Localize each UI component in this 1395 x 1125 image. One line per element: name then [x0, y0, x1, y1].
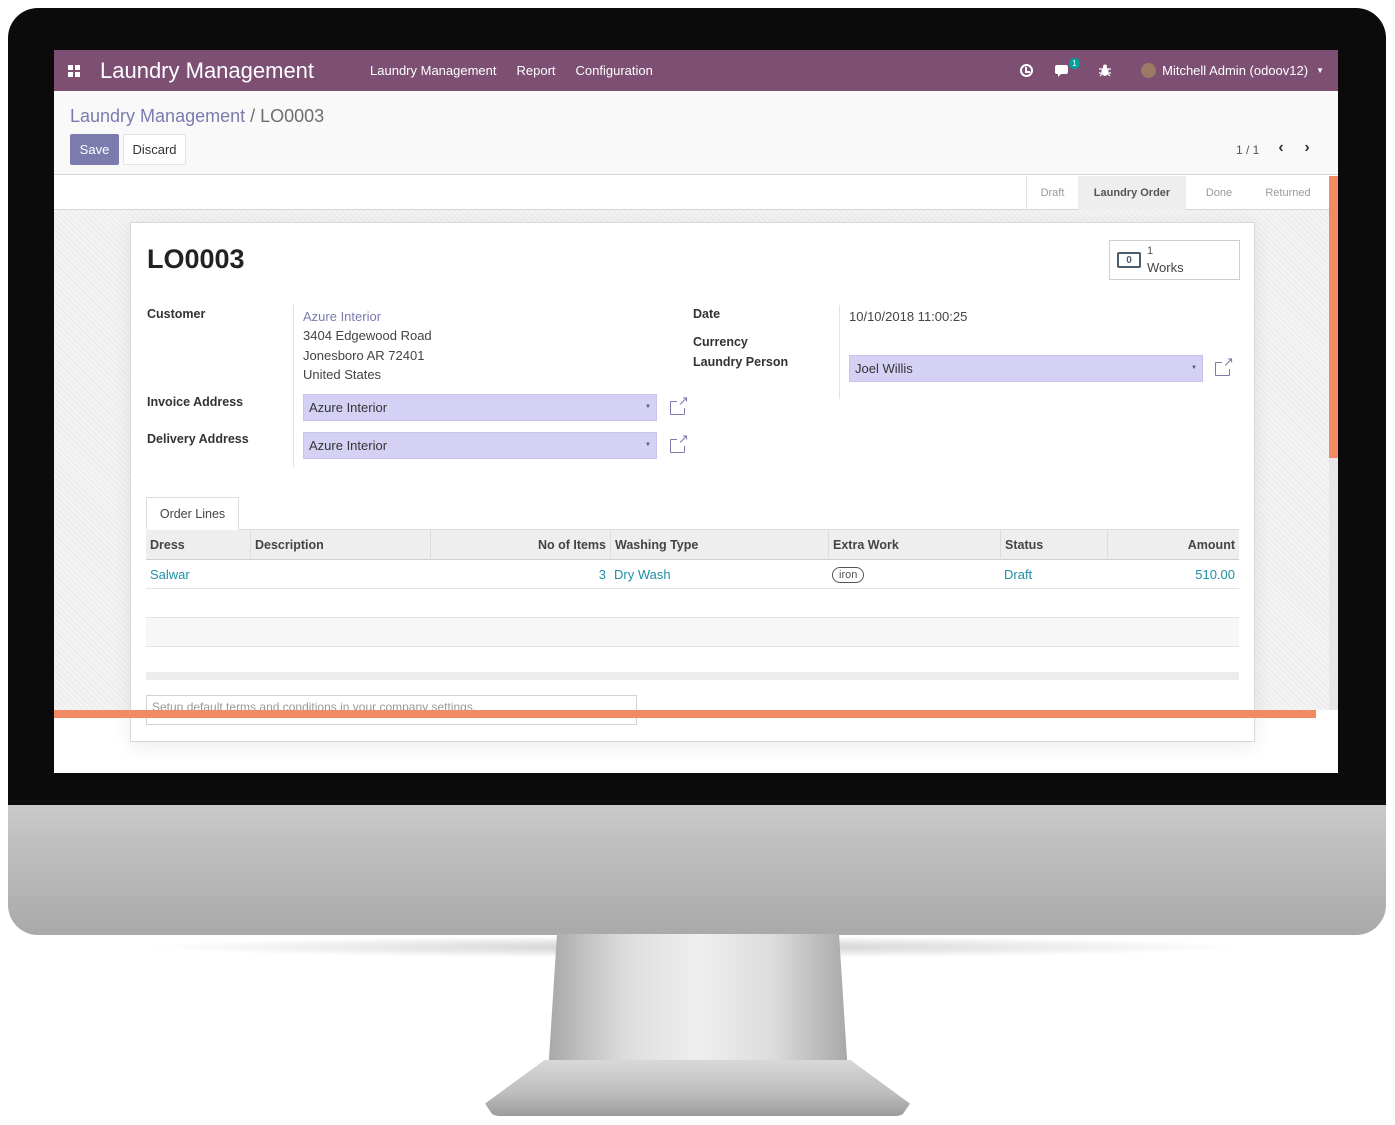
- date-label: Date: [693, 307, 721, 321]
- table-row[interactable]: Salwar 3 Dry Wash iron Draft 510.00: [146, 560, 1239, 589]
- table-row-empty: [146, 618, 1239, 647]
- breadcrumb-parent[interactable]: Laundry Management: [70, 106, 245, 126]
- customer-address-line: United States: [303, 367, 382, 382]
- menu-laundry-management[interactable]: Laundry Management: [370, 63, 496, 78]
- table-footer: [146, 672, 1239, 680]
- discard-button[interactable]: Discard: [123, 134, 186, 165]
- cell-no-of-items[interactable]: 3: [430, 560, 610, 589]
- column-header-status[interactable]: Status: [1000, 530, 1107, 560]
- bug-icon[interactable]: [1099, 64, 1112, 77]
- stage-laundry-order[interactable]: Laundry Order: [1078, 176, 1186, 210]
- laundry-person-value: Joel Willis: [855, 361, 913, 376]
- delivery-address-select[interactable]: Azure Interior ▼: [303, 432, 657, 459]
- column-header-description[interactable]: Description: [250, 530, 430, 560]
- table-row-empty: [146, 589, 1239, 618]
- customer-address-line: 3404 Edgewood Road: [303, 328, 432, 343]
- currency-label: Currency: [693, 335, 748, 349]
- dropdown-arrow-icon: ▼: [645, 404, 651, 410]
- stage-draft[interactable]: Draft: [1026, 176, 1078, 210]
- customer-address-line: Jonesboro AR 72401: [303, 348, 425, 363]
- record-name: LO0003: [147, 244, 245, 274]
- cell-status[interactable]: Draft: [1000, 560, 1107, 589]
- cell-extra-work[interactable]: iron: [828, 560, 1000, 589]
- laundry-person-label: Laundry Person: [693, 355, 789, 369]
- chat-badge: 1: [1069, 57, 1080, 69]
- cell-dress[interactable]: Salwar: [146, 560, 250, 589]
- monitor-stand-base: [485, 1060, 910, 1116]
- tab-order-lines[interactable]: Order Lines: [146, 497, 239, 530]
- customer-label: Customer: [147, 307, 206, 321]
- table-header: Dress Description No of Items Washing Ty…: [146, 530, 1239, 560]
- date-value[interactable]: 10/10/2018 11:00:25: [849, 309, 967, 324]
- top-navbar: Laundry Management Laundry Management Re…: [54, 50, 1338, 91]
- cell-amount[interactable]: 510.00: [1107, 560, 1239, 589]
- stage-returned[interactable]: Returned: [1252, 176, 1324, 210]
- scrollbar[interactable]: [1329, 176, 1338, 710]
- invoice-address-select[interactable]: Azure Interior ▼: [303, 394, 657, 421]
- column-header-washing-type[interactable]: Washing Type: [610, 530, 828, 560]
- invoice-address-label: Invoice Address: [147, 395, 244, 409]
- monitor-chin: [8, 805, 1386, 935]
- form-sheet: LO0003 0 1 Works Customer Azure Interior…: [130, 222, 1255, 742]
- cell-description[interactable]: [250, 560, 430, 589]
- breadcrumb-separator: /: [245, 106, 261, 126]
- pager-next-button[interactable]: ›: [1295, 134, 1319, 162]
- external-link-icon[interactable]: [670, 431, 690, 453]
- activity-clock-icon[interactable]: [1020, 64, 1034, 77]
- column-header-no-of-items[interactable]: No of Items: [430, 530, 610, 560]
- works-label: Works: [1147, 260, 1184, 275]
- breadcrumb-current: LO0003: [260, 106, 325, 126]
- dropdown-arrow-icon: ▼: [1191, 365, 1197, 371]
- dropdown-arrow-icon: ▼: [645, 442, 651, 448]
- column-header-extra-work[interactable]: Extra Work: [828, 530, 1000, 560]
- cell-washing-type[interactable]: Dry Wash: [610, 560, 828, 589]
- control-panel: Laundry Management / LO0003 Save Discard…: [54, 91, 1338, 175]
- customer-link[interactable]: Azure Interior: [303, 309, 381, 324]
- field-divider: [293, 305, 294, 467]
- app-title: Laundry Management: [100, 57, 315, 83]
- column-header-amount[interactable]: Amount: [1107, 530, 1239, 560]
- bottom-accent-line: [54, 710, 1316, 718]
- works-count: 1: [1147, 245, 1154, 257]
- status-bar: Draft Laundry Order Done Returned: [54, 176, 1329, 210]
- money-icon: 0: [1117, 252, 1141, 268]
- chat-icon[interactable]: 1: [1055, 57, 1080, 78]
- monitor-stand-neck: [548, 934, 848, 1074]
- delivery-address-label: Delivery Address: [147, 432, 249, 446]
- navbar-systray: 1 Mitchell Admin (odoov12) ▼: [1004, 50, 1338, 91]
- apps-menu-icon[interactable]: [58, 50, 90, 91]
- external-link-icon[interactable]: [1215, 354, 1235, 376]
- stage-done[interactable]: Done: [1186, 176, 1252, 210]
- pager-previous-button[interactable]: ‹: [1269, 134, 1293, 162]
- order-lines-table: Dress Description No of Items Washing Ty…: [146, 530, 1239, 647]
- user-name: Mitchell Admin (odoov12): [1162, 63, 1309, 78]
- column-header-dress[interactable]: Dress: [146, 530, 250, 560]
- screen: Laundry Management Laundry Management Re…: [54, 50, 1338, 773]
- menu-report[interactable]: Report: [517, 63, 556, 78]
- works-smart-button[interactable]: 0 1 Works: [1109, 240, 1240, 280]
- pager-value[interactable]: 1 / 1: [1236, 143, 1259, 157]
- extra-work-tag: iron: [832, 566, 865, 583]
- breadcrumb: Laundry Management / LO0003: [70, 106, 324, 127]
- user-menu[interactable]: Mitchell Admin (odoov12) ▼: [1141, 63, 1324, 78]
- external-link-icon[interactable]: [670, 393, 690, 415]
- save-button[interactable]: Save: [70, 134, 119, 165]
- field-divider: [839, 305, 840, 399]
- menu-configuration[interactable]: Configuration: [576, 63, 653, 78]
- caret-down-icon: ▼: [1316, 66, 1324, 75]
- laundry-person-select[interactable]: Joel Willis ▼: [849, 355, 1203, 382]
- delivery-address-value: Azure Interior: [309, 438, 388, 453]
- scrollbar-thumb[interactable]: [1329, 176, 1338, 458]
- avatar: [1141, 63, 1157, 78]
- invoice-address-value: Azure Interior: [309, 400, 388, 415]
